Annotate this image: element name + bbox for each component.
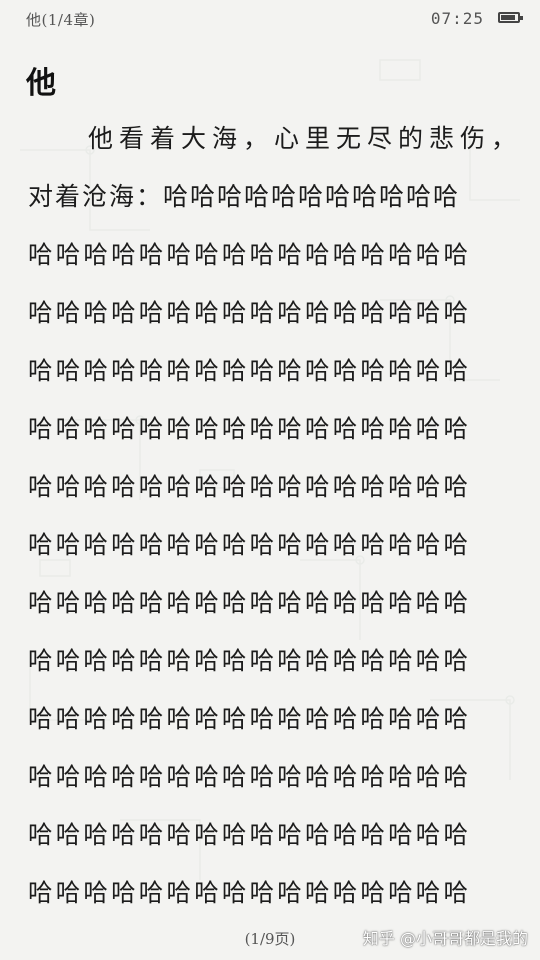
text-line: 哈哈哈哈哈哈哈哈哈哈哈哈哈哈哈哈: [28, 240, 472, 269]
watermark-label: 知乎 @小哥哥都是我的: [362, 929, 528, 948]
battery-icon: [498, 12, 523, 23]
text-line: 哈哈哈哈哈哈哈哈哈哈哈哈哈哈哈哈: [28, 646, 472, 675]
status-bar: 他(1/4章) 07:25: [0, 0, 540, 38]
reading-content[interactable]: 他看着大海，心里无尽的悲伤， 对着沧海：哈哈哈哈哈哈哈哈哈哈哈 哈哈哈哈哈哈哈哈…: [28, 110, 508, 922]
chapter-progress-label: 他(1/4章): [26, 11, 96, 29]
text-line: 哈哈哈哈哈哈哈哈哈哈哈哈哈哈哈哈: [28, 356, 472, 385]
text-line: 哈哈哈哈哈哈哈哈哈哈哈哈哈哈哈哈: [28, 472, 472, 501]
text-line: 哈哈哈哈哈哈哈哈哈哈哈哈哈哈哈哈: [28, 820, 472, 849]
text-line: 哈哈哈哈哈哈哈哈哈哈哈哈哈哈哈哈: [28, 704, 472, 733]
text-line: 哈哈哈哈哈哈哈哈哈哈哈哈哈哈哈哈: [28, 588, 472, 617]
clock-time: 07:25: [430, 9, 484, 28]
text-line: 哈哈哈哈哈哈哈哈哈哈哈哈哈哈哈哈: [28, 414, 472, 443]
battery-level-fill: [501, 15, 515, 20]
text-line: 他看着大海，心里无尽的悲伤，: [88, 124, 508, 153]
text-line: 哈哈哈哈哈哈哈哈哈哈哈哈哈哈哈哈: [28, 878, 472, 907]
text-line: 哈哈哈哈哈哈哈哈哈哈哈哈哈哈哈哈: [28, 762, 472, 791]
text-line: 对着沧海：哈哈哈哈哈哈哈哈哈哈哈: [28, 182, 461, 211]
chapter-title: 他: [26, 66, 56, 101]
text-line: 哈哈哈哈哈哈哈哈哈哈哈哈哈哈哈哈: [28, 530, 472, 559]
text-line: 哈哈哈哈哈哈哈哈哈哈哈哈哈哈哈哈: [28, 298, 472, 327]
